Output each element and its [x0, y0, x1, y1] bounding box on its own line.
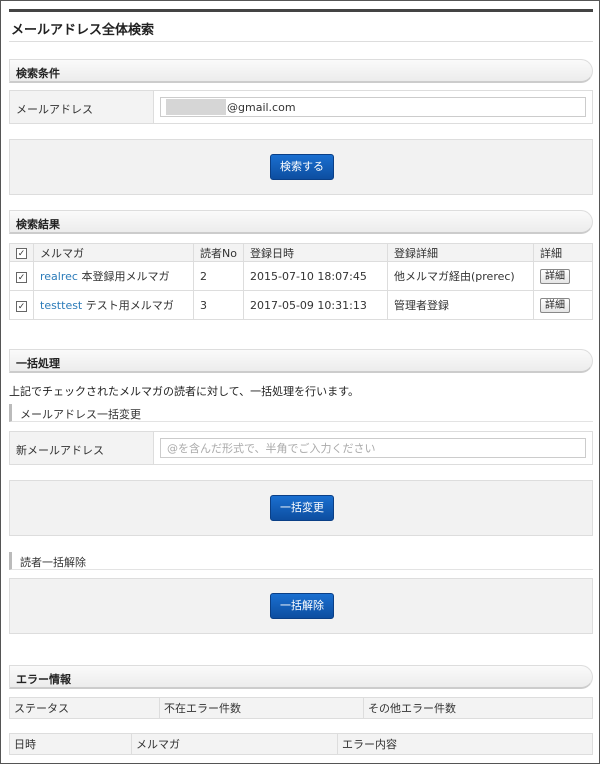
reader-no-cell: 2	[193, 261, 244, 291]
row-checkbox-cell: ✓	[9, 290, 34, 320]
bulk-description: 上記でチェックされたメルマガの読者に対して、一括処理を行います。	[9, 385, 360, 398]
new-email-value-cell	[154, 432, 592, 464]
mailmag-name: 本登録用メルマガ	[81, 270, 170, 283]
bulk-change-button-area: 一括変更	[9, 480, 593, 536]
errors-section-heading: エラー情報	[9, 665, 593, 689]
select-all-checkbox[interactable]: ✓	[16, 248, 27, 259]
search-section-heading: 検索条件	[9, 59, 593, 83]
new-email-row: 新メールアドレス	[9, 431, 593, 465]
detail-cell: 詳細	[533, 290, 593, 320]
results-header-row: ✓ メルマガ 読者No 登録日時 登録詳細 詳細	[9, 243, 593, 262]
row-checkbox[interactable]: ✓	[16, 271, 27, 283]
top-bar	[9, 9, 593, 12]
search-button-area: 検索する	[9, 139, 593, 195]
mailmag-link[interactable]: testtest	[40, 299, 82, 312]
table-row: ✓ testtest テスト用メルマガ 3 2017-05-09 10:31:1…	[9, 290, 593, 320]
detail-cell: 詳細	[533, 261, 593, 291]
registered-cell: 2017-05-09 10:31:13	[243, 290, 388, 320]
results-section-heading: 検索結果	[9, 210, 593, 234]
bulk-change-button[interactable]: 一括変更	[270, 495, 334, 521]
error-summary-header-row: ステータス 不在エラー件数 その他エラー件数	[9, 697, 593, 719]
bulk-change-heading: メールアドレス一括変更	[9, 404, 593, 422]
table-row: ✓ realrec 本登録用メルマガ 2 2015-07-10 18:07:45…	[9, 261, 593, 291]
row-checkbox[interactable]: ✓	[16, 300, 27, 312]
header-reg-detail: 登録詳細	[387, 243, 534, 262]
header-registered: 登録日時	[243, 243, 388, 262]
absent-error-count-header: 不在エラー件数	[159, 697, 364, 719]
title-divider	[9, 41, 593, 42]
reg-detail-cell: 他メルマガ経由(prerec)	[387, 261, 534, 291]
mailmag-name: テスト用メルマガ	[85, 299, 174, 312]
new-email-label: 新メールアドレス	[10, 432, 154, 464]
header-mailmag: メルマガ	[33, 243, 194, 262]
results-table: ✓ メルマガ 読者No 登録日時 登録詳細 詳細 ✓ realrec 本登録用メ…	[9, 243, 593, 320]
header-reader-no: 読者No	[193, 243, 244, 262]
error-summary-table: ステータス 不在エラー件数 その他エラー件数	[9, 697, 593, 719]
detail-button[interactable]: 詳細	[540, 297, 570, 313]
page-title: メールアドレス全体検索	[11, 23, 155, 38]
new-email-input[interactable]	[160, 438, 586, 458]
redacted-block	[166, 99, 226, 115]
error-detail-table: 日時 メルマガ エラー内容	[9, 733, 593, 755]
reader-no-cell: 3	[193, 290, 244, 320]
bulk-section-heading: 一括処理	[9, 349, 593, 373]
error-detail-header-row: 日時 メルマガ エラー内容	[9, 733, 593, 755]
bulk-cancel-heading: 読者一括解除	[9, 552, 593, 570]
email-label: メールアドレス	[10, 91, 154, 123]
detail-button[interactable]: 詳細	[540, 268, 570, 284]
header-detail: 詳細	[533, 243, 593, 262]
error-content-header: エラー内容	[337, 733, 593, 755]
email-value-cell	[154, 91, 592, 123]
registered-cell: 2015-07-10 18:07:45	[243, 261, 388, 291]
reg-detail-cell: 管理者登録	[387, 290, 534, 320]
mailmag-cell: realrec 本登録用メルマガ	[33, 261, 194, 291]
mailmag-link[interactable]: realrec	[40, 270, 78, 283]
search-button[interactable]: 検索する	[270, 154, 334, 180]
mailmag-header: メルマガ	[131, 733, 338, 755]
other-error-count-header: その他エラー件数	[363, 697, 593, 719]
row-checkbox-cell: ✓	[9, 261, 34, 291]
header-checkbox-cell: ✓	[9, 243, 34, 262]
bulk-cancel-button-area: 一括解除	[9, 578, 593, 634]
status-header: ステータス	[9, 697, 160, 719]
page-frame: メールアドレス全体検索 検索条件 メールアドレス 検索する 検索結果 ✓ メルマ…	[0, 0, 600, 764]
email-row: メールアドレス	[9, 90, 593, 124]
datetime-header: 日時	[9, 733, 132, 755]
bulk-cancel-button[interactable]: 一括解除	[270, 593, 334, 619]
mailmag-cell: testtest テスト用メルマガ	[33, 290, 194, 320]
